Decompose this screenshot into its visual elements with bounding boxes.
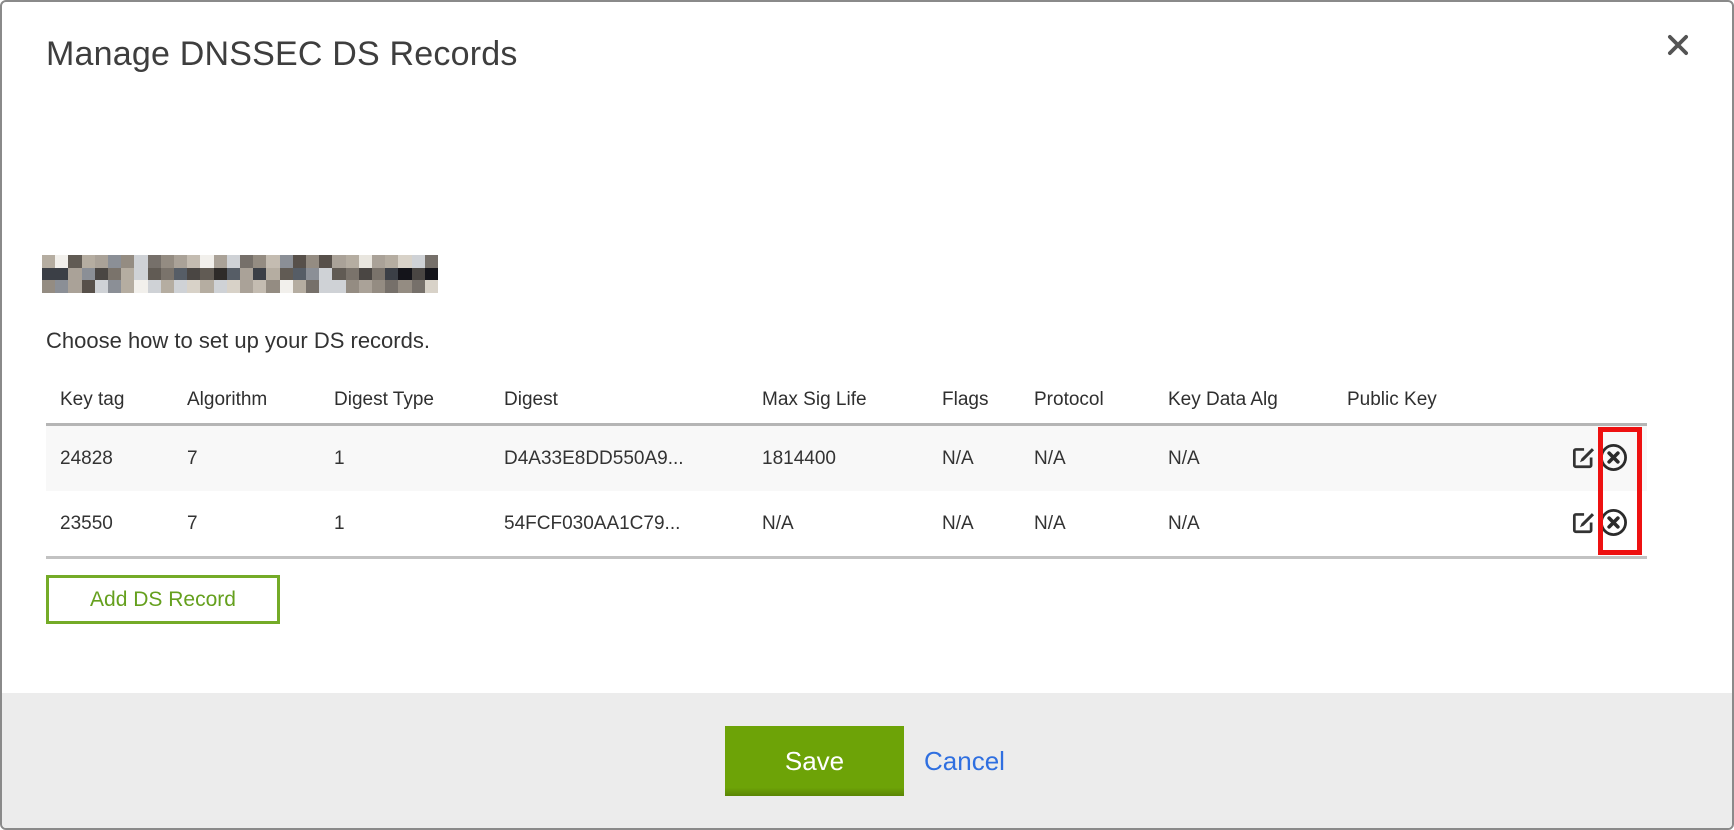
save-button[interactable]: Save [725,726,904,796]
edit-icon [1570,444,1596,473]
delete-record-button[interactable] [1598,509,1628,539]
cell-algorithm: 7 [187,513,198,535]
x-circle-icon [1599,508,1628,540]
cell-max-sig-life: 1814400 [762,448,836,470]
cell-digest: D4A33E8DD550A9... [504,448,684,470]
table-bottom-border [46,556,1647,559]
cell-digest: 54FCF030AA1C79... [504,513,680,535]
close-icon [1663,30,1693,63]
cell-max-sig-life: N/A [762,513,794,535]
cell-protocol: N/A [1034,513,1066,535]
column-header-max-sig-life: Max Sig Life [762,389,867,411]
delete-record-button[interactable] [1598,444,1628,474]
cell-flags: N/A [942,448,974,470]
page-title: Manage DNSSEC DS Records [46,35,518,74]
redacted-domain-name [42,255,438,293]
edit-record-button[interactable] [1568,444,1598,474]
cell-digest-type: 1 [334,513,345,535]
column-header-protocol: Protocol [1034,389,1104,411]
column-header-public-key: Public Key [1347,389,1437,411]
column-header-key-data-alg: Key Data Alg [1168,389,1278,411]
table-row: 24828 7 1 D4A33E8DD550A9... 1814400 N/A … [46,426,1647,491]
column-header-algorithm: Algorithm [187,389,267,411]
close-button[interactable] [1660,28,1696,64]
x-circle-icon [1599,443,1628,475]
column-header-digest: Digest [504,389,558,411]
dnssec-modal-window: Manage DNSSEC DS Records Choose how to s… [0,0,1734,830]
modal-footer: Save Cancel [2,693,1732,828]
table-row: 23550 7 1 54FCF030AA1C79... N/A N/A N/A … [46,491,1647,556]
cancel-link[interactable]: Cancel [924,746,1005,777]
cell-key-tag: 24828 [60,448,113,470]
cell-key-tag: 23550 [60,513,113,535]
cell-flags: N/A [942,513,974,535]
column-header-key-tag: Key tag [60,389,124,411]
cell-digest-type: 1 [334,448,345,470]
edit-record-button[interactable] [1568,509,1598,539]
cell-key-data-alg: N/A [1168,448,1200,470]
column-header-flags: Flags [942,389,988,411]
ds-records-table: Key tag Algorithm Digest Type Digest Max… [46,367,1647,559]
edit-icon [1570,509,1596,538]
add-ds-record-button[interactable]: Add DS Record [46,575,280,624]
instruction-text: Choose how to set up your DS records. [46,328,430,354]
table-header-row: Key tag Algorithm Digest Type Digest Max… [46,367,1647,423]
column-header-digest-type: Digest Type [334,389,434,411]
cell-algorithm: 7 [187,448,198,470]
cell-protocol: N/A [1034,448,1066,470]
cell-key-data-alg: N/A [1168,513,1200,535]
